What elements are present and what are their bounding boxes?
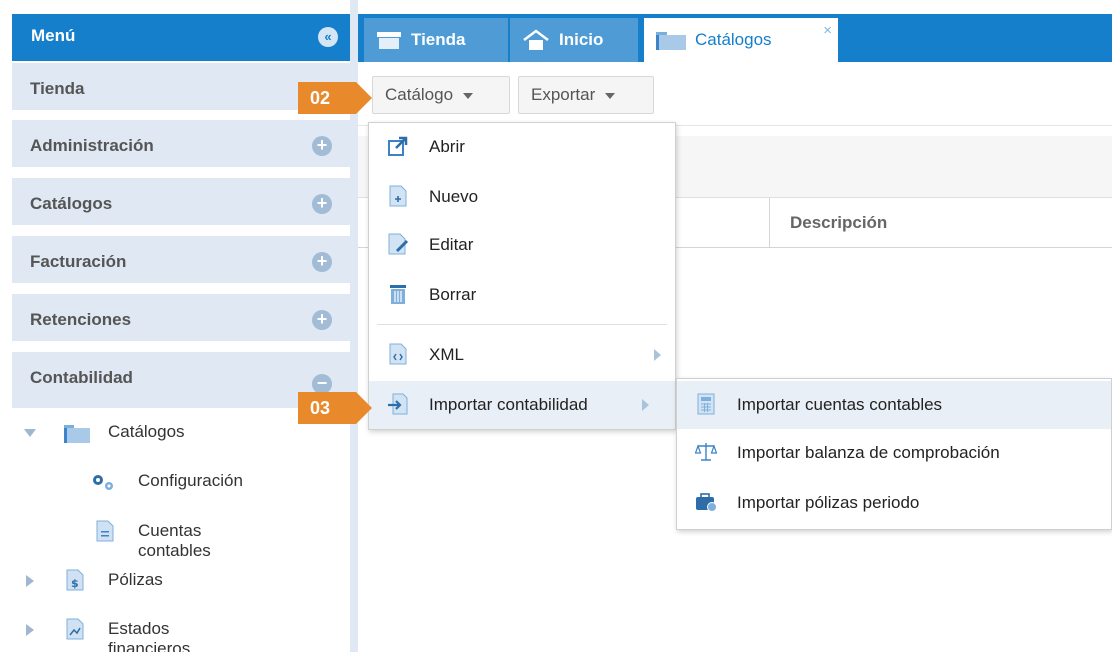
tab-bar: Tienda Inicio Catálogos × bbox=[358, 14, 1112, 62]
expand-arrow-icon[interactable] bbox=[24, 429, 36, 437]
menu-item-importar-balanza[interactable]: Importar balanza de comprobación bbox=[677, 429, 1111, 477]
document-icon bbox=[96, 520, 114, 542]
dollar-document-icon: $ bbox=[66, 569, 84, 591]
calculator-icon bbox=[697, 393, 715, 415]
tab-catalogos[interactable]: Catálogos × bbox=[644, 18, 838, 62]
menu-item-label: Editar bbox=[429, 235, 474, 254]
sidebar-section-catalogos[interactable]: Catálogos + bbox=[12, 178, 350, 230]
chart-document-icon bbox=[66, 618, 84, 640]
edit-document-icon bbox=[388, 233, 409, 255]
sidebar-title: Menú bbox=[31, 26, 76, 45]
tree-item-label: Estados financieros bbox=[108, 619, 191, 652]
menu-item-xml[interactable]: XML bbox=[369, 331, 675, 379]
app-root: Menú « Tienda Administración + Catálogos… bbox=[0, 0, 1112, 652]
tree-item-label: Pólizas bbox=[108, 570, 163, 589]
gears-icon bbox=[93, 475, 113, 490]
sidebar-section-label: Catálogos bbox=[30, 194, 113, 213]
menu-item-importar-contabilidad[interactable]: Importar contabilidad bbox=[369, 381, 675, 429]
submenu-arrow-icon bbox=[642, 399, 649, 411]
exportar-menu-button[interactable]: Exportar bbox=[518, 76, 654, 114]
menu-separator bbox=[377, 324, 667, 325]
tab-label: Tienda bbox=[411, 30, 466, 49]
import-icon bbox=[388, 393, 408, 415]
xml-document-icon bbox=[389, 343, 407, 365]
folder-icon bbox=[64, 425, 90, 443]
importar-submenu: Importar cuentas contables Importar bala… bbox=[676, 378, 1112, 530]
expand-arrow-icon[interactable] bbox=[26, 624, 34, 636]
sidebar-section-label: Contabilidad bbox=[30, 368, 133, 387]
menu-item-label: Importar balanza de comprobación bbox=[737, 443, 1000, 462]
catalogo-dropdown-menu: Abrir Nuevo Editar Borrar XML Importar c… bbox=[368, 122, 676, 430]
expand-plus-icon[interactable]: + bbox=[312, 310, 332, 330]
open-external-icon bbox=[388, 136, 408, 156]
sidebar-section-label: Retenciones bbox=[30, 310, 132, 329]
tree-item-label: Catálogos bbox=[108, 422, 185, 441]
balance-scale-icon bbox=[695, 443, 717, 461]
menu-item-nuevo[interactable]: Nuevo bbox=[369, 173, 675, 221]
menu-item-label: Importar pólizas periodo bbox=[737, 493, 920, 512]
menu-item-label: Borrar bbox=[429, 285, 477, 304]
menu-item-importar-polizas-periodo[interactable]: Importar pólizas periodo bbox=[677, 479, 1111, 527]
briefcase-clock-icon bbox=[696, 493, 717, 512]
menu-item-editar[interactable]: Editar bbox=[369, 221, 675, 269]
sidebar-section-administracion[interactable]: Administración + bbox=[12, 120, 350, 172]
expand-plus-icon[interactable]: + bbox=[312, 252, 332, 272]
toolbar: Catálogo Exportar bbox=[358, 62, 1112, 126]
menu-item-importar-cuentas-contables[interactable]: Importar cuentas contables bbox=[677, 381, 1111, 429]
tree-item-label: Configuración bbox=[138, 471, 243, 490]
column-header-descripcion[interactable]: Descripción bbox=[790, 213, 887, 233]
sidebar-section-label: Facturación bbox=[30, 252, 127, 271]
sidebar-section-label: Administración bbox=[30, 136, 154, 155]
home-icon bbox=[523, 29, 549, 50]
tab-label: Inicio bbox=[559, 30, 604, 49]
step-badge-02: 02 bbox=[298, 82, 372, 114]
menu-item-label: Abrir bbox=[429, 137, 465, 156]
menu-item-label: Importar contabilidad bbox=[429, 395, 588, 414]
expand-arrow-icon[interactable] bbox=[26, 575, 34, 587]
tree-item-label: Cuentas contables bbox=[138, 521, 211, 560]
dropdown-caret-icon bbox=[463, 93, 474, 99]
menu-item-label: Importar cuentas contables bbox=[737, 395, 943, 414]
collapse-sidebar-icon[interactable]: « bbox=[318, 27, 338, 47]
sidebar-section-label: Tienda bbox=[30, 79, 85, 98]
folder-icon bbox=[656, 32, 686, 50]
store-icon bbox=[377, 32, 401, 49]
menu-item-borrar[interactable]: Borrar bbox=[369, 271, 675, 319]
tab-inicio[interactable]: Inicio bbox=[510, 18, 638, 62]
trash-icon bbox=[390, 285, 406, 304]
sidebar-section-retenciones[interactable]: Retenciones + bbox=[12, 294, 350, 346]
sidebar-section-facturacion[interactable]: Facturación + bbox=[12, 236, 350, 288]
dropdown-caret-icon bbox=[605, 93, 616, 99]
tab-tienda[interactable]: Tienda bbox=[364, 18, 508, 62]
menu-item-label: XML bbox=[429, 345, 464, 364]
new-document-icon bbox=[389, 185, 407, 207]
svg-text:$: $ bbox=[71, 577, 79, 590]
menu-item-abrir[interactable]: Abrir bbox=[369, 123, 675, 171]
submenu-arrow-icon bbox=[654, 349, 661, 361]
expand-plus-icon[interactable]: + bbox=[312, 136, 332, 156]
collapse-minus-icon[interactable]: − bbox=[312, 374, 332, 394]
column-separator[interactable] bbox=[769, 198, 770, 248]
step-badge-03: 03 bbox=[298, 392, 372, 424]
menu-item-label: Nuevo bbox=[429, 187, 479, 206]
expand-plus-icon[interactable]: + bbox=[312, 194, 332, 214]
button-label: Catálogo bbox=[385, 85, 454, 104]
tab-label: Catálogos bbox=[695, 30, 772, 49]
close-tab-icon[interactable]: × bbox=[823, 22, 832, 39]
catalogo-menu-button[interactable]: Catálogo bbox=[372, 76, 510, 114]
sidebar-header: Menú « bbox=[12, 14, 350, 61]
button-label: Exportar bbox=[531, 85, 596, 104]
